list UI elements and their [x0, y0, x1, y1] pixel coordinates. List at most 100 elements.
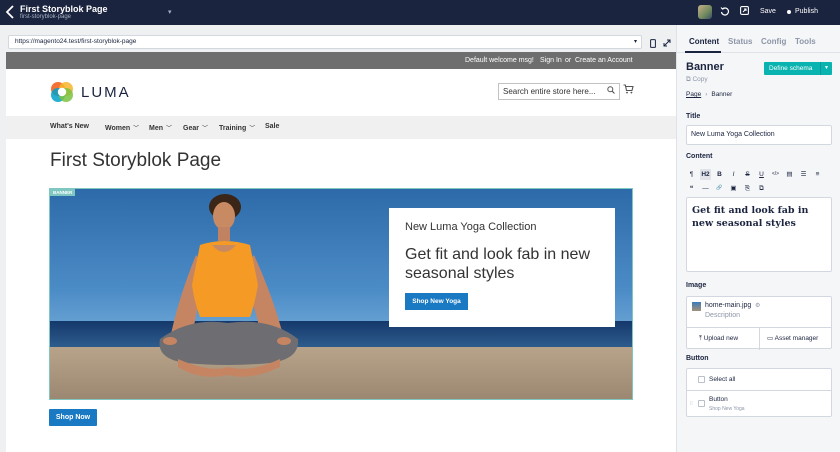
breadcrumb-current: Banner: [711, 91, 733, 98]
nav-label: Sale: [265, 123, 280, 130]
image-label: Image: [686, 282, 707, 289]
strikethrough-icon[interactable]: S: [742, 169, 753, 180]
component-title: Banner: [686, 61, 724, 73]
banner-content: Get fit and look fab in new seasonal sty…: [405, 246, 590, 282]
settings-icon[interactable]: ⚙: [755, 302, 760, 309]
button-item-title[interactable]: Button: [709, 396, 728, 403]
welcome-message: Default welcome msg!: [465, 57, 534, 64]
bold-icon[interactable]: B: [714, 169, 725, 180]
banner-block-tag: BANNER: [50, 189, 76, 196]
shop-now-button[interactable]: Shop Now: [49, 409, 97, 426]
upload-new-button[interactable]: ⤒ Upload new: [699, 328, 738, 350]
yoga-woman-image: [159, 194, 299, 377]
chevron-down-icon: ﹀: [249, 126, 256, 132]
create-account-link[interactable]: Create an Account: [575, 52, 633, 69]
paragraph-icon[interactable]: ¶: [686, 169, 697, 180]
define-schema-label: Define schema: [769, 65, 813, 72]
nav-item-whats-new[interactable]: What's New: [50, 123, 89, 130]
code-block-icon[interactable]: ▤: [784, 169, 795, 180]
tab-tools[interactable]: Tools: [795, 37, 816, 46]
sidebar-tabs: Content Status Config Tools: [677, 25, 840, 53]
user-avatar[interactable]: [698, 5, 712, 19]
folder-icon: ▭: [767, 335, 774, 342]
image-icon[interactable]: ▣: [728, 183, 739, 194]
blok-icon[interactable]: ⧉: [756, 183, 767, 194]
back-arrow-icon[interactable]: [5, 5, 16, 19]
define-schema-button[interactable]: Define schema ▼: [764, 62, 832, 75]
upload-label: Upload new: [703, 335, 739, 342]
device-toggle-icon[interactable]: [650, 39, 656, 50]
image-description[interactable]: Description: [705, 312, 740, 319]
asset-actions: ⤒ Upload new ▭ Asset manager: [687, 327, 831, 350]
tab-content[interactable]: Content: [689, 37, 719, 46]
copy-icon: ⧉: [686, 76, 691, 83]
copy-label: Copy: [692, 76, 708, 83]
button-item-subtitle: Shop New Yoga: [709, 406, 745, 412]
nav-item-training[interactable]: Training ﹀: [219, 123, 255, 132]
drag-handle-icon[interactable]: ⁞⁞: [690, 401, 693, 407]
banner-title: New Luma Yoga Collection: [405, 221, 537, 233]
luma-logo-icon[interactable]: [50, 80, 74, 104]
nav-label: Women: [105, 125, 131, 132]
nav-label: Gear: [183, 125, 199, 132]
divider: [687, 390, 831, 391]
image-asset-field: home-main.jpg ⚙ Description ⤒ Upload new…: [686, 296, 832, 350]
page-title: First Storyblok Page: [50, 150, 222, 171]
horizontal-rule-icon[interactable]: —: [700, 183, 711, 194]
link-icon[interactable]: 🔗: [714, 183, 725, 194]
heading-2-icon[interactable]: H2: [700, 169, 711, 180]
history-icon[interactable]: [719, 6, 731, 18]
store-header-panel: Default welcome msg! Sign In or Create a…: [6, 52, 676, 69]
sign-in-link[interactable]: Sign In: [540, 52, 562, 69]
image-filename: home-main.jpg: [705, 302, 752, 309]
divider: [759, 328, 760, 350]
shop-new-yoga-button[interactable]: Shop New Yoga: [405, 293, 468, 310]
nav-label: Men: [149, 125, 163, 132]
open-external-icon[interactable]: [738, 6, 750, 18]
tab-status[interactable]: Status: [728, 37, 752, 46]
button-item-checkbox[interactable]: [698, 400, 705, 407]
chevron-down-icon: ﹀: [166, 126, 173, 132]
luma-logo-text[interactable]: LUMA: [81, 84, 131, 101]
preview-url-field[interactable]: https://magento24.test/first-storyblok-p…: [8, 35, 642, 49]
nav-item-gear[interactable]: Gear ﹀: [183, 123, 208, 132]
paste-icon[interactable]: ⎘: [742, 183, 753, 194]
preview-url: https://magento24.test/first-storyblok-p…: [15, 38, 137, 45]
title-label: Title: [686, 113, 701, 120]
chevron-down-icon[interactable]: ▼: [820, 62, 832, 75]
content-richtext-editor[interactable]: Get fit and look fab in new seasonal sty…: [686, 197, 832, 272]
cart-icon[interactable]: [623, 84, 634, 97]
nav-item-men[interactable]: Men ﹀: [149, 123, 172, 132]
underline-icon[interactable]: U: [756, 169, 767, 180]
breadcrumb-page-link[interactable]: Page: [686, 91, 701, 98]
bullet-list-icon[interactable]: ☰: [798, 169, 809, 180]
active-tab-indicator: [685, 51, 721, 53]
publish-button[interactable]: Publish: [795, 8, 818, 15]
ordered-list-icon[interactable]: ≡: [812, 169, 823, 180]
asset-manager-button[interactable]: ▭ Asset manager: [767, 328, 818, 350]
expand-icon[interactable]: [663, 39, 671, 49]
richtext-toolbar: ¶ H2 B I S U </> ▤ ☰ ≡ ❝ — 🔗 ▣ ⎘ ⧉: [686, 169, 832, 197]
save-button[interactable]: Save: [760, 8, 776, 15]
title-field[interactable]: New Luma Yoga Collection: [686, 125, 832, 145]
select-all-checkbox[interactable]: [698, 376, 705, 383]
banner-content-box: New Luma Yoga Collection Get fit and loo…: [389, 208, 615, 327]
url-dropdown-icon[interactable]: ▾: [634, 36, 637, 48]
banner-block[interactable]: BANNER New Luma Yoga Collection Get fit …: [49, 188, 633, 400]
story-title: First Storyblok Page: [20, 4, 108, 14]
tab-config[interactable]: Config: [761, 37, 786, 46]
italic-icon[interactable]: I: [728, 169, 739, 180]
content-sidebar: Content Status Config Tools Banner ⧉ Cop…: [676, 25, 840, 452]
search-icon[interactable]: [607, 84, 615, 99]
nav-item-sale[interactable]: Sale: [265, 123, 279, 130]
story-switcher-chevron-icon[interactable]: ▾: [168, 8, 172, 16]
image-thumbnail[interactable]: [692, 302, 701, 311]
or-text: or: [565, 57, 572, 64]
copy-button[interactable]: ⧉ Copy: [686, 76, 708, 84]
quote-icon[interactable]: ❝: [686, 183, 697, 194]
store-search-placeholder: Search entire store here...: [503, 87, 596, 96]
code-icon[interactable]: </>: [770, 169, 781, 180]
nav-item-women[interactable]: Women ﹀: [105, 123, 139, 132]
breadcrumb: Page › Banner: [686, 91, 732, 98]
store-search-input[interactable]: Search entire store here...: [498, 83, 620, 100]
